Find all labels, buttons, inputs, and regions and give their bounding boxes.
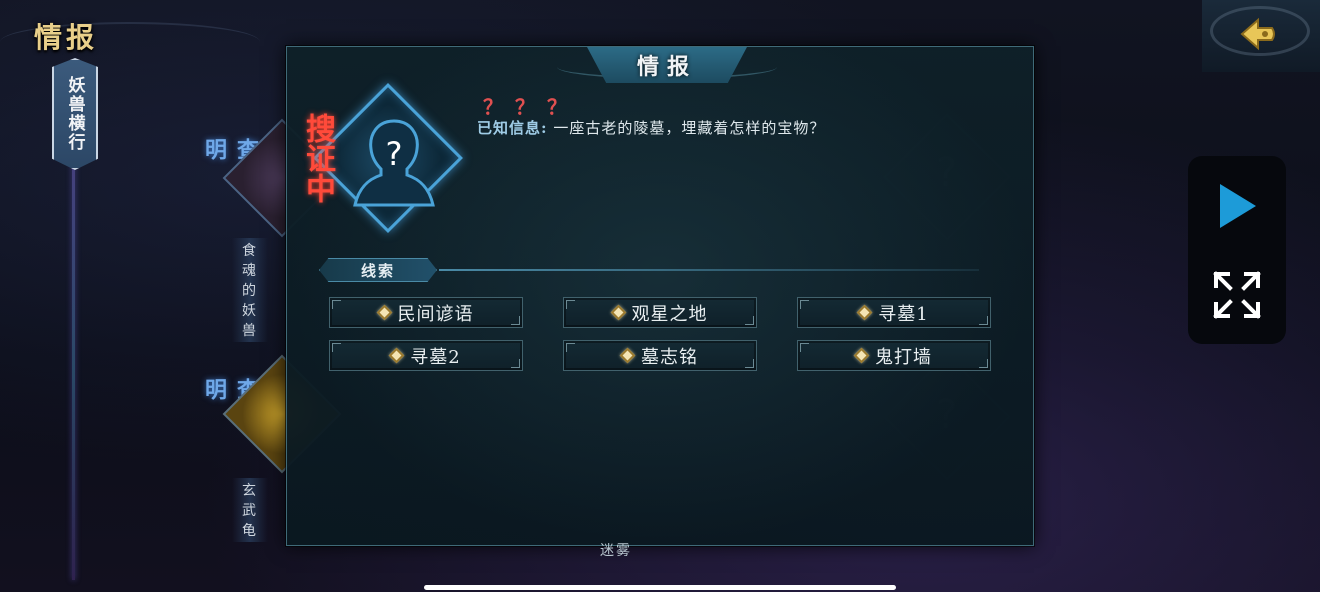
clue-list: 民间谚语 观星之地 寻墓1 寻墓2 墓志铭 鬼打墙 xyxy=(329,297,991,371)
fullscreen-expand-icon[interactable] xyxy=(1212,270,1262,320)
diamond-icon xyxy=(856,304,873,321)
clue-section-label: 线索 xyxy=(360,261,395,280)
clue-button[interactable]: 民间谚语 xyxy=(329,297,523,328)
vertical-rail-decoration xyxy=(72,160,75,580)
card-label: 食魂的妖兽 xyxy=(232,238,268,342)
panel-header: 情报 xyxy=(587,47,747,83)
intel-panel: 情报 ? 搜证中 ？？？ 已知信息: 一座古老的陵墓，埋藏着怎样的宝物？ 线索 … xyxy=(286,46,1034,546)
diamond-icon xyxy=(388,347,405,364)
clue-button[interactable]: 寻墓2 xyxy=(329,340,523,371)
back-arrow-icon xyxy=(1240,17,1275,51)
diamond-icon xyxy=(376,304,392,321)
clue-section-header: 线索 xyxy=(319,258,437,282)
page-title: 情报 xyxy=(34,21,99,54)
media-control-panel xyxy=(1188,156,1286,344)
unknown-person-icon: ? xyxy=(353,119,435,207)
mystery-title: ？？？ xyxy=(483,95,579,119)
clue-label: 寻墓2 xyxy=(410,346,461,368)
known-info-text: 一座古老的陵墓，埋藏着怎样的宝物？ xyxy=(553,119,826,137)
panel-title: 情报 xyxy=(636,54,697,80)
clue-button[interactable]: 寻墓1 xyxy=(797,297,991,328)
side-tab-label: 妖兽横行 xyxy=(64,76,85,152)
clue-label: 观星之地 xyxy=(631,303,708,325)
clue-label: 鬼打墙 xyxy=(875,346,932,368)
clue-button[interactable]: 墓志铭 xyxy=(563,340,757,371)
clue-label: 墓志铭 xyxy=(641,346,698,368)
diamond-icon xyxy=(853,347,870,364)
investigating-status-tag: 搜证中 xyxy=(300,113,335,203)
svg-text:?: ? xyxy=(386,135,403,173)
back-button[interactable] xyxy=(1238,14,1278,54)
clue-button[interactable]: 观星之地 xyxy=(563,297,757,328)
card-label: 玄武龟 xyxy=(232,478,268,542)
known-info: 已知信息: 一座古老的陵墓，埋藏着怎样的宝物？ xyxy=(477,117,825,138)
play-icon[interactable] xyxy=(1218,182,1258,230)
background-card-label: 迷雾 xyxy=(600,543,632,559)
clue-button[interactable]: 鬼打墙 xyxy=(797,340,991,371)
diamond-icon xyxy=(610,304,626,321)
clue-label: 寻墓1 xyxy=(878,303,929,325)
clue-divider xyxy=(439,269,979,271)
known-info-label: 已知信息: xyxy=(477,119,548,137)
diamond-icon xyxy=(619,347,636,364)
home-indicator[interactable] xyxy=(424,585,896,590)
clue-label: 民间谚语 xyxy=(397,303,474,325)
side-tab-chapter[interactable]: 妖兽横行 xyxy=(52,58,98,170)
